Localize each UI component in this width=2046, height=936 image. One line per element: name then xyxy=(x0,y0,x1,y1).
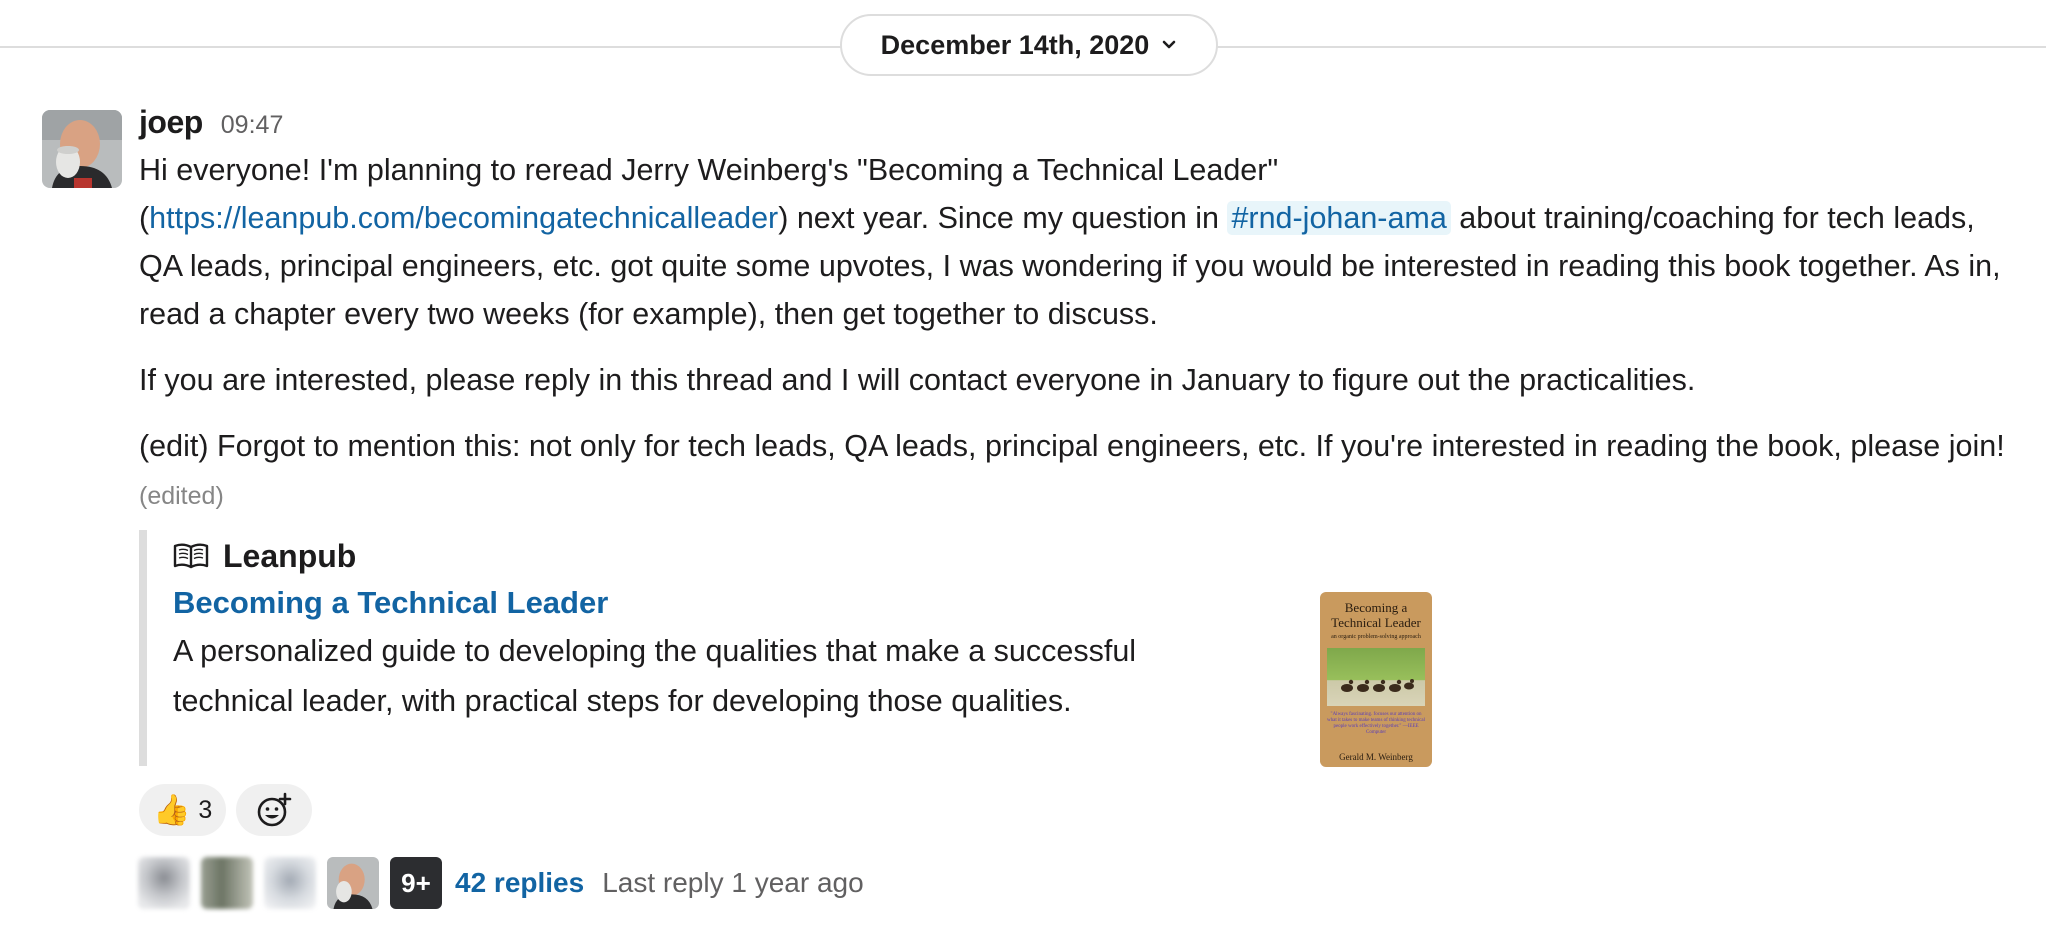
reply-avatar xyxy=(264,857,316,909)
author-name[interactable]: joep xyxy=(139,104,203,141)
reactions-bar: 👍 3 xyxy=(139,784,313,836)
book-cover-quote: "Always fascinating. focuses our attenti… xyxy=(1326,712,1426,735)
attachment-title-link[interactable]: Becoming a Technical Leader xyxy=(173,580,1439,626)
author-avatar[interactable] xyxy=(42,110,122,188)
date-label: December 14th, 2020 xyxy=(880,29,1150,60)
last-reply-text: Last reply 1 year ago xyxy=(602,867,864,898)
attachment-site: Leanpub xyxy=(173,530,1439,582)
message-paragraph-3: (edit) Forgot to mention this: not only … xyxy=(139,422,2019,520)
message-timestamp[interactable]: 09:47 xyxy=(221,111,284,140)
thumbs-up-icon: 👍 xyxy=(153,793,191,827)
thread-summary[interactable]: 9+ 42 replies Last reply 1 year ago xyxy=(138,857,864,909)
book-cover-thumbnail[interactable]: Becoming a Technical Leader an organic p… xyxy=(1320,592,1432,767)
message-text: (edit) Forgot to mention this: not only … xyxy=(139,429,2005,463)
attachment-description: A personalized guide to developing the q… xyxy=(173,634,1137,718)
more-repliers-badge: 9+ xyxy=(390,857,442,909)
book-cover-photo xyxy=(1327,648,1425,706)
message-paragraph-1: Hi everyone! I'm planning to reread Jerr… xyxy=(139,146,2019,338)
reply-avatar xyxy=(138,857,190,909)
book-cover-author: Gerald M. Weinberg xyxy=(1339,752,1413,762)
message-body: Hi everyone! I'm planning to reread Jerr… xyxy=(139,146,2019,520)
book-cover-subtitle: an organic problem-solving approach xyxy=(1331,634,1421,640)
book-icon xyxy=(173,543,209,569)
book-cover-title: Becoming a Technical Leader xyxy=(1331,600,1421,630)
chevron-down-icon xyxy=(1163,40,1176,49)
leanpub-link[interactable]: https://leanpub.com/becomingatechnicalle… xyxy=(149,201,778,235)
reaction-count: 3 xyxy=(198,795,213,824)
channel-mention[interactable]: #rnd-johan-ama xyxy=(1227,201,1451,235)
message: joep 09:47 Hi everyone! I'm planning to … xyxy=(139,104,2019,538)
thumbs-up-reaction[interactable]: 👍 3 xyxy=(139,784,227,836)
message-text: ) next year. Since my question in xyxy=(778,201,1228,235)
edited-label: (edited) xyxy=(139,482,224,510)
attachment-site-name: Leanpub xyxy=(223,537,357,574)
reply-avatar xyxy=(327,857,379,909)
reply-avatar xyxy=(201,857,253,909)
add-reaction-button[interactable] xyxy=(236,784,313,836)
date-divider-button[interactable]: December 14th, 2020 xyxy=(840,14,1218,76)
message-paragraph-2: If you are interested, please reply in t… xyxy=(139,363,1696,397)
add-reaction-icon xyxy=(257,792,292,827)
message-text: Hi everyone! I'm planning to reread Jerr… xyxy=(139,153,1279,187)
replies-link[interactable]: 42 replies xyxy=(455,867,584,899)
message-header: joep 09:47 xyxy=(139,104,2019,146)
message-text: ( xyxy=(139,201,150,235)
link-unfurl: Leanpub Becoming a Technical Leader A pe… xyxy=(139,530,1439,766)
